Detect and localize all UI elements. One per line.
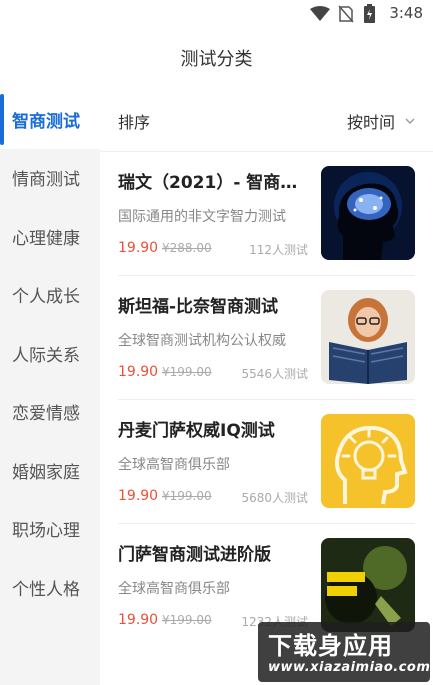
test-original-price: ¥288.00	[162, 241, 212, 255]
status-bar: 3:48	[0, 0, 433, 28]
wifi-icon	[310, 6, 330, 21]
test-price: 19.90	[118, 488, 159, 504]
test-count: 5680人测试	[241, 491, 308, 505]
test-original-price: ¥199.00	[162, 489, 212, 503]
sidebar-item-label: 人际关系	[12, 345, 80, 366]
sidebar-item-personality[interactable]: 个性人格	[0, 558, 100, 617]
reading-woman-thumbnail	[321, 290, 415, 384]
sidebar-item-label: 情商测试	[12, 170, 80, 191]
sort-label: 排序	[118, 112, 151, 132]
lightbulb-head-thumbnail	[321, 414, 415, 508]
test-list-panel: 排序 按时间 瑞文（2021）- 智商测试 国际通用的非文字智力测试 19.90…	[100, 90, 433, 685]
mensa-thumbnail	[321, 538, 415, 632]
test-count: 112人测试	[249, 243, 308, 257]
sidebar-item-relationships[interactable]: 人际关系	[0, 324, 100, 383]
test-name: 门萨智商测试进阶版	[118, 545, 271, 565]
sort-dropdown[interactable]: 按时间	[347, 109, 415, 133]
chevron-down-icon	[405, 118, 415, 124]
watermark-url: www.xiazaimiao.com	[268, 660, 431, 675]
watermark-text: 下载身应用	[268, 632, 393, 660]
sidebar-item-label: 个人成长	[12, 287, 80, 308]
category-sidebar: 智商测试 情商测试 心理健康 个人成长 人际关系 恋爱情感 婚姻家庭 职场心理 …	[0, 90, 100, 685]
test-card[interactable]: 丹麦门萨权威IQ测试 全球高智商俱乐部 19.90 ¥199.00 5680人测…	[118, 400, 415, 524]
sidebar-item-label: 心理健康	[12, 228, 80, 249]
test-name: 丹麦门萨权威IQ测试	[118, 421, 275, 441]
sidebar-item-label: 婚姻家庭	[12, 462, 80, 483]
test-description: 全球高智商俱乐部	[118, 581, 230, 597]
test-price: 19.90	[118, 364, 159, 380]
sidebar-item-mental-health[interactable]: 心理健康	[0, 207, 100, 266]
sort-bar: 排序 按时间	[100, 90, 433, 152]
status-time: 3:48	[389, 4, 423, 22]
test-price: 19.90	[118, 612, 159, 628]
test-name: 斯坦福-比奈智商测试	[118, 297, 279, 317]
brain-thumbnail	[321, 166, 415, 260]
test-count: 5546人测试	[241, 367, 308, 381]
test-card[interactable]: 瑞文（2021）- 智商测试 国际通用的非文字智力测试 19.90 ¥288.0…	[118, 152, 415, 276]
test-original-price: ¥199.00	[162, 613, 212, 627]
no-sim-icon	[338, 5, 354, 23]
sidebar-item-label: 恋爱情感	[12, 404, 80, 425]
sidebar-item-label: 智商测试	[12, 111, 80, 132]
sidebar-item-eq[interactable]: 情商测试	[0, 149, 100, 208]
sidebar-item-label: 个性人格	[12, 579, 80, 600]
sort-selected-value: 按时间	[346, 112, 395, 132]
sidebar-item-workplace[interactable]: 职场心理	[0, 500, 100, 559]
title-bar: 测试分类	[0, 28, 433, 88]
test-name: 瑞文（2021）- 智商测试	[118, 173, 308, 193]
sidebar-item-iq[interactable]: 智商测试	[0, 90, 100, 149]
sidebar-item-romance[interactable]: 恋爱情感	[0, 383, 100, 442]
site-watermark: 下载身应用 www.xiazaimiao.com	[258, 622, 430, 682]
battery-icon	[364, 4, 375, 23]
sidebar-item-family[interactable]: 婚姻家庭	[0, 441, 100, 500]
test-description: 全球高智商俱乐部	[118, 457, 230, 473]
page-title: 测试分类	[180, 49, 253, 70]
test-price: 19.90	[118, 240, 159, 256]
sidebar-item-label: 职场心理	[12, 521, 80, 542]
test-description: 全球智商测试机构公认权威	[118, 333, 286, 349]
sidebar-item-personal-growth[interactable]: 个人成长	[0, 266, 100, 325]
test-original-price: ¥199.00	[162, 365, 212, 379]
test-description: 国际通用的非文字智力测试	[118, 209, 286, 225]
test-card[interactable]: 斯坦福-比奈智商测试 全球智商测试机构公认权威 19.90 ¥199.00 55…	[118, 276, 415, 400]
